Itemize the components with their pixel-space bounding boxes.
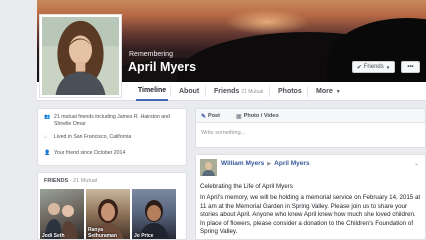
tab-label: Timeline — [137, 87, 167, 94]
intro-text: 21 mutual friends including James R. Hai… — [54, 114, 170, 127]
tab-timeline[interactable]: Timeline — [136, 82, 168, 101]
tab-about[interactable]: About — [179, 82, 199, 101]
chevron-down-icon[interactable]: ⌄ — [414, 160, 419, 167]
chevron-down-icon: ▼ — [335, 88, 341, 95]
profile-photo-image — [42, 17, 119, 95]
pencil-icon: ✎ — [201, 113, 207, 120]
tab-divider — [205, 86, 206, 97]
post-target[interactable]: April Myers — [274, 160, 309, 167]
post-author[interactable]: William Myers — [221, 160, 264, 167]
chevron-down-icon: ▼ — [385, 64, 391, 70]
friends-card-title: FRIENDS — [44, 178, 69, 184]
friends-button[interactable]: ✔ Friends ▼ — [352, 61, 395, 73]
friends-card-count: · 21 Mutual — [69, 178, 98, 184]
friend-tile[interactable]: Jodi Seth — [40, 189, 84, 239]
tab-more[interactable]: More ▼ — [316, 82, 341, 101]
friends-card: FRIENDS · 21 Mutual Jodi Seth Ranya Seth… — [37, 172, 187, 240]
tab-divider — [269, 86, 270, 97]
tab-divider — [170, 86, 171, 97]
profile-name[interactable]: April Myers — [128, 60, 196, 74]
composer-tab-label: Post — [208, 113, 220, 119]
friends-card-header[interactable]: FRIENDS · 21 Mutual — [44, 178, 97, 184]
person-icon: 👤 — [44, 150, 51, 156]
friend-name: Jo Price — [134, 233, 154, 239]
intro-text: Your friend since October 2014 — [54, 150, 126, 156]
remembering-label: Remembering — [129, 51, 173, 58]
post-body: In April's memory, we will be holding a … — [200, 194, 421, 236]
intro-mutual-friends[interactable]: 👥 21 mutual friends including James R. H… — [44, 114, 174, 127]
intro-friend-since: 👤 Your friend since October 2014 — [44, 150, 174, 157]
friend-tile[interactable]: Ranya Sethuraman — [86, 189, 130, 239]
composer-tab-post[interactable]: ✎ Post — [201, 109, 220, 123]
friend-name: Jodi Seth — [42, 233, 65, 239]
tab-divider — [307, 86, 308, 97]
tab-photos[interactable]: Photos — [278, 82, 302, 101]
composer-tab-photo[interactable]: ▣ Photo / Video — [236, 109, 279, 123]
friend-tile[interactable]: Jo Price — [132, 189, 176, 239]
more-options-button[interactable]: ••• — [401, 61, 420, 73]
check-icon: ✔ — [356, 64, 362, 71]
intro-lived-in[interactable]: ⌂ Lived in San Francisco, California — [44, 134, 174, 141]
tab-sub-label: 21 Mutual — [241, 88, 264, 95]
friends-button-label: Friends — [363, 64, 384, 70]
arrow-right-icon: ▶ — [267, 160, 272, 167]
post-composer: ✎ Post ▣ Photo / Video Write something..… — [195, 108, 426, 148]
composer-input[interactable]: Write something... — [201, 130, 245, 136]
post-author-avatar[interactable] — [200, 159, 217, 176]
friend-name: Ranya Sethuraman — [88, 227, 117, 239]
tab-label: More — [316, 88, 333, 95]
tab-label: Friends — [214, 88, 240, 95]
tab-friends[interactable]: Friends 21 Mutual — [214, 82, 263, 101]
timeline-post: William Myers ▶ April Myers ⌄ Celebratin… — [195, 154, 426, 240]
home-icon: ⌂ — [44, 134, 48, 140]
people-icon: 👥 — [44, 114, 51, 120]
tab-label: Photos — [278, 88, 302, 95]
intro-text: Lived in San Francisco, California — [54, 134, 132, 140]
profile-picture[interactable] — [39, 14, 122, 98]
composer-tab-label: Photo / Video — [243, 113, 279, 119]
intro-card: 👥 21 mutual friends including James R. H… — [37, 108, 187, 166]
author-photo-image — [200, 159, 217, 176]
tab-label: About — [179, 88, 200, 95]
composer-tabs: ✎ Post ▣ Photo / Video — [196, 109, 425, 123]
post-title: Celebrating the Life of April Myers — [200, 183, 293, 190]
post-header: William Myers ▶ April Myers — [221, 160, 310, 167]
camera-icon: ▣ — [236, 113, 242, 120]
